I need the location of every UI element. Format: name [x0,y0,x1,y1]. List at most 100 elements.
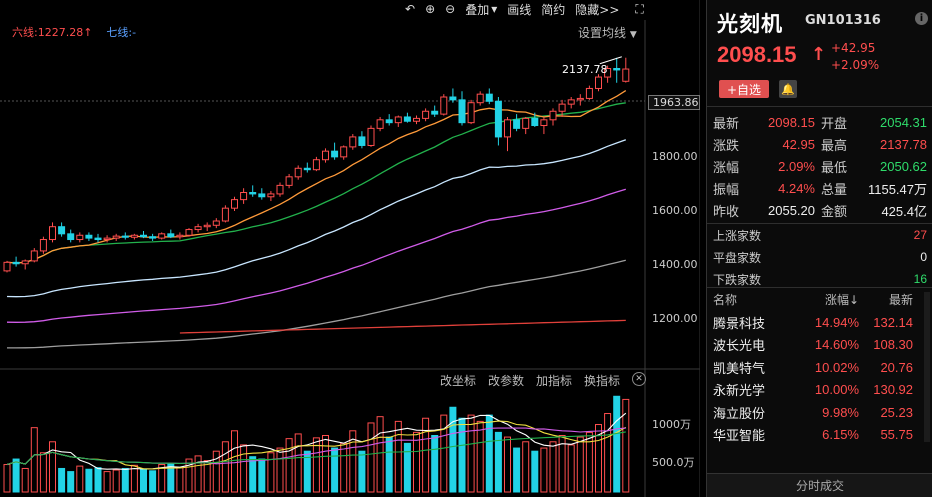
candle[interactable] [121,235,129,238]
volume-bar[interactable] [121,467,129,493]
volume-bar[interactable] [531,450,539,493]
candle[interactable] [385,119,393,124]
volume-bar[interactable] [267,452,275,493]
candle[interactable] [85,234,93,239]
close-icon[interactable]: ✕ [632,372,647,386]
candle[interactable] [467,102,475,124]
volume-bar[interactable] [76,465,84,493]
candle[interactable] [3,261,11,272]
candle[interactable] [240,192,248,201]
hide-button[interactable]: 隐藏>> [575,1,619,18]
change-param-button[interactable]: 改参数 [488,372,524,389]
volume-bar[interactable] [331,447,339,493]
volume-bar[interactable] [322,435,329,493]
list-item[interactable]: 海立股份 9.98% 25.23 [713,401,913,424]
volume-bar[interactable] [294,433,302,493]
volume-bar[interactable] [604,413,612,493]
undo-icon[interactable]: ↶ [405,2,415,16]
candle[interactable] [331,150,339,158]
candle[interactable] [67,233,75,241]
candle[interactable] [531,117,539,127]
candle[interactable] [149,236,157,239]
candle[interactable] [312,159,320,171]
list-scrollbar[interactable] [924,292,930,442]
volume-bar[interactable] [522,441,530,493]
candle[interactable] [94,237,102,241]
volume-bar[interactable] [367,422,375,493]
volume-bar[interactable] [494,431,502,493]
volume-bar[interactable] [94,467,102,493]
candle[interactable] [276,184,284,195]
fullscreen-icon[interactable]: ⛶ [635,2,643,17]
candle[interactable] [358,136,366,146]
volume-bar[interactable] [67,471,75,493]
candle[interactable] [285,176,293,186]
candle[interactable] [485,93,493,102]
volume-bar[interactable] [85,468,93,493]
list-item[interactable]: 波长光电 14.60% 108.30 [713,334,913,357]
volume-bar[interactable] [385,436,393,493]
candle[interactable] [322,150,329,161]
volume-bar[interactable] [276,447,284,493]
candle[interactable] [403,116,411,122]
volume-bar[interactable] [540,447,548,493]
volume-bar[interactable] [394,420,402,493]
volume-bar[interactable] [49,441,56,493]
volume-bar[interactable] [149,470,157,493]
candle[interactable] [158,233,166,239]
volume-bar[interactable] [103,471,111,493]
volume-bar[interactable] [358,450,366,493]
kline-chart-area[interactable]: ↶ ⊕ ⊖ 叠加 ▾ 画线 简约 隐藏>> ⛶ 六线:1227.28↑ 七线:- … [0,0,700,497]
candle[interactable] [549,110,557,121]
candle[interactable] [376,119,384,129]
volume-bar[interactable] [449,406,457,493]
candle[interactable] [558,103,566,112]
candle[interactable] [39,239,47,252]
volume-bar[interactable] [413,431,420,493]
candle[interactable] [613,68,621,71]
zoom-in-icon[interactable]: ⊕ [425,2,435,16]
candle[interactable] [49,226,56,241]
volume-bar[interactable] [176,467,184,493]
volume-bar[interactable] [458,417,466,493]
candle[interactable] [12,261,20,265]
candle[interactable] [112,235,120,239]
volume-bar[interactable] [504,436,511,493]
candle[interactable] [130,234,138,238]
volume-bar[interactable] [285,438,293,493]
candle[interactable] [440,96,448,115]
candle[interactable] [394,116,402,124]
volume-bar[interactable] [431,435,439,493]
volume-bar[interactable] [403,442,411,493]
volume-bar[interactable] [476,420,484,493]
volume-bar[interactable] [467,414,475,493]
candle[interactable] [585,87,593,99]
candle[interactable] [185,229,193,236]
candle[interactable] [176,234,184,238]
volume-bar[interactable] [576,436,584,493]
candle[interactable] [622,68,630,82]
volume-bar[interactable] [30,427,38,493]
candle[interactable] [203,224,211,228]
list-item[interactable]: 华亚智能 6.15% 55.75 [713,424,913,447]
simple-mode-button[interactable]: 简约 [541,1,565,18]
volume-bar[interactable] [485,414,493,493]
candle[interactable] [140,234,147,238]
candle[interactable] [249,192,257,195]
volume-bar[interactable] [194,455,202,493]
candle[interactable] [422,110,430,119]
candle[interactable] [413,117,420,122]
change-coord-button[interactable]: 改坐标 [440,372,476,389]
volume-bar[interactable] [39,452,47,493]
candle[interactable] [267,193,275,198]
add-watchlist-button[interactable]: +自选 [719,80,769,98]
candle[interactable] [513,119,521,129]
candle[interactable] [504,119,511,138]
candle[interactable] [340,146,348,158]
candle[interactable] [540,119,548,127]
col-pct[interactable]: 涨幅↓ [809,291,859,308]
candle[interactable] [294,167,302,178]
volume-bar[interactable] [549,441,557,493]
candle[interactable] [494,100,502,138]
candle[interactable] [349,136,357,148]
